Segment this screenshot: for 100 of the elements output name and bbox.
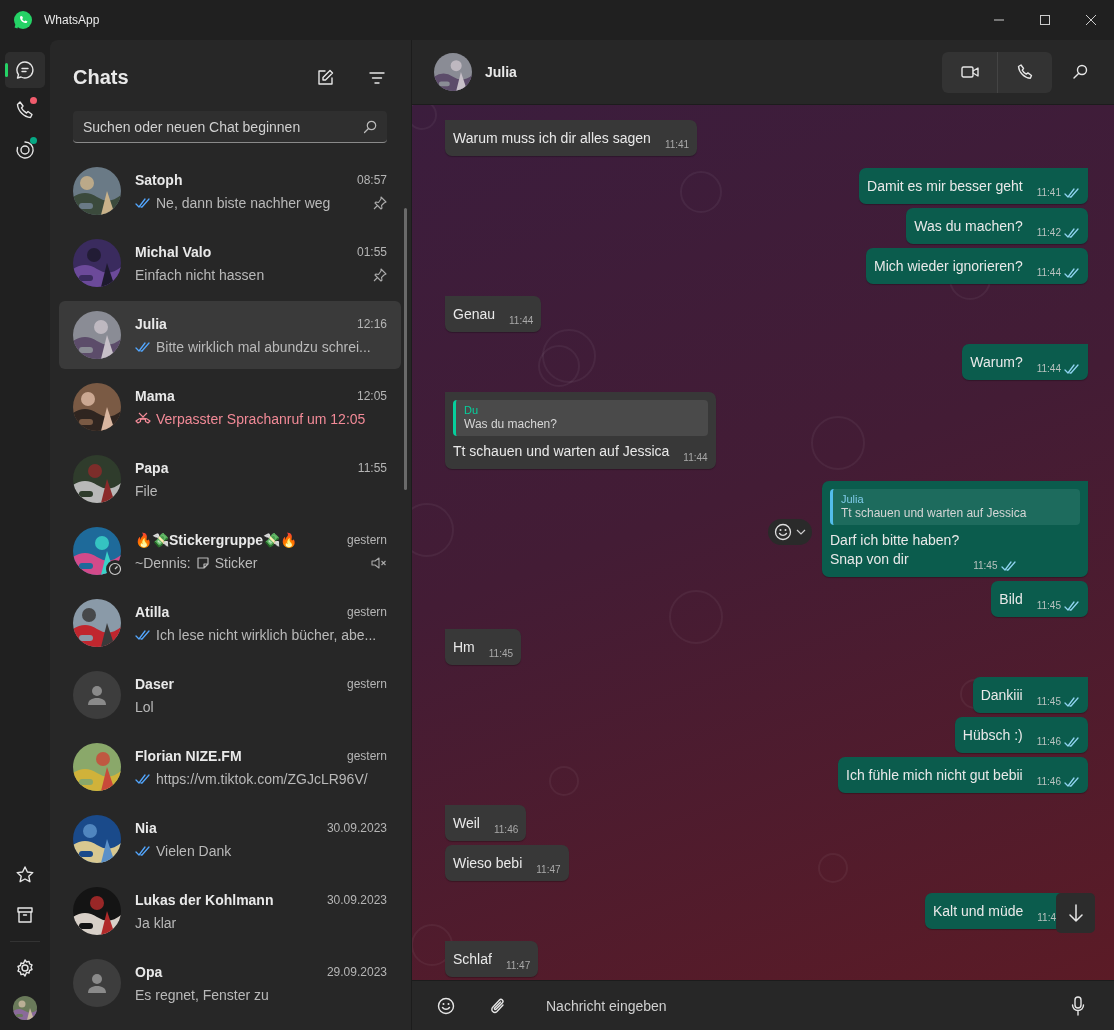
message-preview: Einfach nicht hassen (135, 266, 265, 283)
contact-name: Papa (135, 459, 170, 476)
timestamp: 29.09.2023 (326, 964, 387, 979)
timestamp: 11:45 (1036, 696, 1061, 707)
timestamp: 11:55 (357, 460, 387, 475)
reaction-button[interactable] (768, 519, 812, 545)
chat-list-item[interactable]: Michal Valo 01:55 Einfach nicht hassen (59, 229, 401, 297)
double-check-icon (135, 197, 151, 208)
timestamp: 08:57 (356, 172, 387, 187)
quoted-sender: Du (464, 404, 480, 416)
search-icon (1072, 64, 1088, 80)
message-text: Was du machen? (914, 217, 1023, 236)
timestamp: gestern (346, 532, 387, 547)
compose-icon (316, 68, 334, 87)
timestamp: 01:55 (356, 244, 387, 259)
contact-name: Satoph (135, 171, 184, 188)
maximize-icon (1039, 15, 1051, 25)
contact-name: Julia (135, 315, 168, 332)
contact-name: Florian NIZE.FM (135, 747, 243, 764)
message-preview: File (135, 482, 158, 499)
arrow-down-icon (1067, 904, 1084, 922)
message-text: Hm (453, 638, 475, 657)
chevron-down-icon (796, 529, 806, 535)
timestamp: gestern (346, 604, 387, 619)
video-camera-icon (960, 65, 979, 79)
chat-list-item[interactable]: Atilla gestern Ich lese nicht wirklich bücher, abe... (59, 589, 401, 657)
contact-name: Daser (135, 675, 175, 692)
timestamp: 11:46 (493, 824, 519, 835)
chat-bubble-icon (15, 60, 35, 80)
search-input[interactable]: Suchen oder neuen Chat beginnen (83, 118, 363, 135)
contact-name: Lukas der Kohlmann (135, 891, 275, 908)
scroll-down-button[interactable] (1056, 893, 1095, 933)
settings-icon (15, 958, 35, 978)
chat-list-item[interactable]: Daser gestern Lol (59, 661, 401, 729)
panel-title: Chats (73, 66, 130, 89)
timestamp: 11:41 (664, 139, 690, 150)
message-text: Wieso bebi (453, 854, 523, 873)
message-composer[interactable]: Nachricht eingeben (412, 980, 1114, 1030)
timestamp: 11:46 (1036, 736, 1061, 747)
quoted-text: Tt schauen und warten auf Jessica (841, 506, 1028, 520)
message-preview: Vielen Dank (156, 842, 232, 859)
message-preview: Es regnet, Fenster zu (135, 986, 269, 1003)
message-preview: Lol (135, 698, 154, 715)
quoted-message[interactable]: Du Was du machen? (453, 400, 708, 436)
quoted-message[interactable]: Julia Tt schauen und warten auf Jessica (830, 489, 1080, 525)
contact-name: Opa (135, 963, 164, 980)
pin-icon (373, 195, 387, 210)
timestamp: 12:05 (356, 388, 387, 403)
timestamp: 12:16 (356, 316, 387, 331)
chat-list-item[interactable]: Satoph 08:57 Ne, dann biste nachher weg (59, 157, 401, 225)
timestamp: 11:44 (1036, 267, 1061, 278)
chat-list-item[interactable]: Julia 12:16 Bitte wirklich mal abundzu schrei... (59, 301, 401, 369)
person-icon (85, 971, 109, 995)
timestamp: 11:44 (683, 452, 708, 463)
message-text: Tt schauen und warten auf Jessica (453, 442, 670, 461)
search-field[interactable]: Suchen oder neuen Chat beginnen (73, 111, 387, 143)
filter-icon (369, 71, 385, 84)
chat-list-item[interactable]: Nia 30.09.2023 Vielen Dank (59, 805, 401, 873)
timestamp: 11:47 (505, 960, 531, 971)
message-text: Kalt und müde (932, 902, 1024, 921)
contact-name: 🔥💸Stickergruppe💸🔥 (135, 531, 299, 548)
window-title: WhatsApp (44, 13, 101, 27)
timer-icon (108, 562, 122, 576)
chat-list-item[interactable]: Florian NIZE.FM gestern https://vm.tiktok.com/ZGJcLR96V/ (59, 733, 401, 801)
star-icon (15, 865, 35, 885)
message-input[interactable]: Nachricht eingeben (544, 996, 1062, 1015)
timestamp: gestern (346, 676, 387, 691)
message-text: Dankiii (980, 686, 1023, 705)
timestamp: 11:46 (1036, 776, 1061, 787)
chat-list-item[interactable]: 🔥💸Stickergruppe💸🔥 gestern ~Dennis: Sticker (59, 517, 401, 585)
pin-icon (373, 267, 387, 282)
message-text: Mich wieder ignorieren? (874, 257, 1023, 276)
sender-name: ~Dennis: (135, 554, 191, 571)
emoji-icon (774, 523, 792, 541)
message-text: Hübsch :) (962, 726, 1023, 745)
message-preview: Ich lese nicht wirklich bücher, abe... (156, 626, 377, 643)
double-check-icon (135, 773, 151, 784)
timestamp: 30.09.2023 (326, 820, 387, 835)
chat-list-item[interactable]: Lukas der Kohlmann 30.09.2023 Ja klar (59, 877, 401, 945)
chat-list-item[interactable]: Opa 29.09.2023 Es regnet, Fenster zu (59, 949, 401, 1017)
contact-name: Atilla (135, 603, 171, 620)
message-text: Warum muss ich dir alles sagen (453, 129, 651, 148)
double-check-icon (135, 629, 151, 640)
microphone-icon (1071, 995, 1085, 1016)
timestamp: 11:44 (1036, 363, 1061, 374)
message-text: Weil (453, 814, 480, 833)
person-icon (85, 683, 109, 707)
close-icon (1085, 15, 1097, 25)
message-preview: Ne, dann biste nachher weg (156, 194, 331, 211)
status-icon (15, 140, 35, 160)
chat-list-item[interactable]: Papa 11:55 File (59, 445, 401, 513)
message-text: Genau (453, 305, 496, 324)
paperclip-icon (490, 996, 506, 1015)
message-preview: Verpasster Sprachanruf um 12:05 (156, 410, 366, 427)
chat-list-item[interactable]: Mama 12:05 Verpasster Sprachanruf um 12:05 (59, 373, 401, 441)
timestamp: 11:41 (1036, 187, 1061, 198)
contact-name: Nia (135, 819, 158, 836)
chat-bubble-tab[interactable] (5, 52, 45, 88)
archive-icon (15, 905, 35, 925)
scrollbar[interactable] (404, 208, 407, 490)
